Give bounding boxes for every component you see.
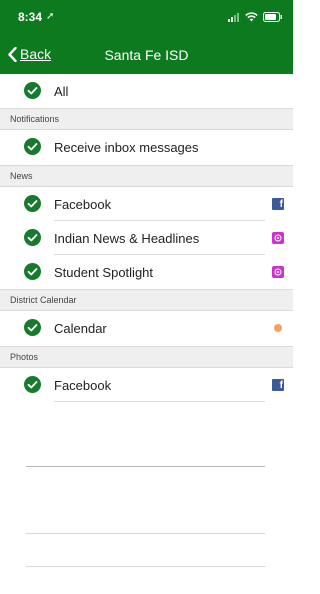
news-feed-icon (272, 266, 284, 278)
page-title: Santa Fe ISD (104, 47, 189, 63)
signal-icon (228, 13, 239, 22)
row-label: Calendar (54, 321, 107, 336)
status-icons (228, 11, 283, 23)
divider (26, 566, 265, 567)
row-label: Indian News & Headlines (54, 231, 200, 246)
checkmark-icon (24, 195, 41, 212)
divider (26, 533, 265, 534)
section-title: Photos (10, 352, 39, 362)
facebook-icon: f (272, 198, 284, 210)
facebook-icon: f (272, 379, 284, 391)
divider (26, 466, 265, 467)
row-label: Facebook (54, 378, 112, 393)
row-divider (54, 401, 265, 402)
toggle-row-receive-inbox[interactable]: Receive inbox messages (0, 130, 293, 164)
row-label: All (54, 84, 69, 99)
status-bar: 8:34 ➚ (0, 0, 293, 36)
section-title: District Calendar (10, 295, 77, 305)
checkmark-icon (24, 319, 41, 336)
toggle-row-student-spotlight[interactable]: Student Spotlight (0, 255, 293, 289)
nav-bar: Back Santa Fe ISD (0, 36, 293, 74)
battery-icon (263, 12, 282, 22)
section-title: News (10, 171, 33, 181)
toggle-row-indian-news[interactable]: Indian News & Headlines (0, 221, 293, 255)
checkmark-icon (24, 82, 41, 99)
checkmark-icon (24, 263, 41, 280)
checkmark-icon (24, 138, 41, 155)
toggle-row-photos-facebook[interactable]: Facebook f (0, 368, 293, 402)
checkmark-icon (24, 376, 41, 393)
toggle-row-all[interactable]: All (0, 74, 293, 108)
toggle-row-news-facebook[interactable]: Facebook f (0, 187, 293, 221)
section-header-news: News (0, 165, 293, 187)
news-feed-icon (272, 232, 284, 244)
location-arrow-icon: ➚ (46, 11, 55, 22)
toggle-row-calendar[interactable]: Calendar (0, 311, 293, 345)
status-time: 8:34 (18, 10, 43, 24)
row-label: Facebook (54, 197, 112, 212)
row-label: Receive inbox messages (54, 140, 199, 155)
calendar-dot-icon (274, 324, 282, 332)
wifi-icon (245, 12, 258, 22)
section-header-district-calendar: District Calendar (0, 289, 293, 311)
section-header-photos: Photos (0, 346, 293, 368)
section-header-notifications: Notifications (0, 108, 293, 130)
checkmark-icon (24, 229, 41, 246)
row-label: Student Spotlight (54, 265, 154, 280)
section-title: Notifications (10, 114, 60, 124)
